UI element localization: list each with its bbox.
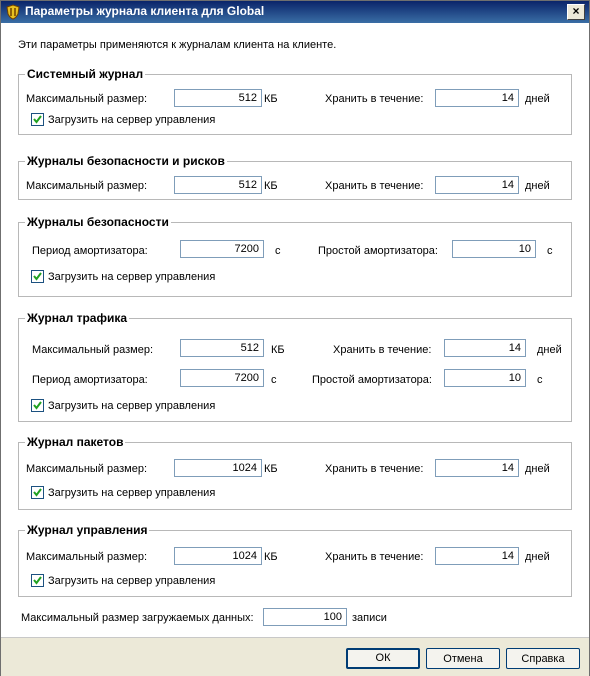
keep-label: Хранить в течение:	[333, 344, 432, 356]
max-size-label: Максимальный размер:	[26, 93, 148, 105]
max-size-value: 1024	[232, 550, 257, 562]
max-size-label: Максимальный размер:	[26, 463, 148, 475]
damper-period-unit: с	[271, 374, 277, 386]
max-size-input[interactable]: 512	[180, 339, 264, 357]
upload-label: Загрузить на сервер управления	[48, 400, 216, 412]
max-size-value: 1024	[232, 462, 257, 474]
upload-limit-unit: записи	[352, 612, 387, 624]
keep-input[interactable]: 14	[444, 339, 526, 357]
max-size-label: Максимальный размер:	[26, 551, 148, 563]
max-size-input[interactable]: 512	[174, 89, 262, 107]
upload-checkbox[interactable]	[31, 270, 44, 283]
max-size-value: 512	[238, 92, 257, 104]
upload-checkbox[interactable]	[31, 574, 44, 587]
keep-input[interactable]: 14	[435, 459, 519, 477]
keep-label: Хранить в течение:	[325, 463, 424, 475]
title-bar[interactable]: Параметры журнала клиента для Global ×	[1, 1, 589, 23]
keep-value: 14	[501, 92, 514, 104]
button-bar: ОК Отмена Справка	[1, 637, 589, 676]
group-title: Системный журнал	[25, 67, 146, 81]
keep-label: Хранить в течение:	[325, 551, 424, 563]
keep-label: Хранить в течение:	[325, 93, 424, 105]
keep-value: 14	[501, 462, 514, 474]
damper-idle-value: 10	[518, 243, 531, 255]
keep-value: 14	[501, 179, 514, 191]
max-size-unit: КБ	[264, 180, 278, 192]
damper-period-label: Период амортизатора:	[32, 374, 148, 386]
damper-idle-input[interactable]: 10	[452, 240, 536, 258]
keep-input[interactable]: 14	[435, 547, 519, 565]
group-security-log: Журналы безопасности Период амортизатора…	[18, 215, 572, 297]
keep-input[interactable]: 14	[435, 89, 519, 107]
max-size-value: 512	[240, 342, 259, 354]
upload-label: Загрузить на сервер управления	[48, 575, 216, 587]
keep-label: Хранить в течение:	[325, 180, 424, 192]
upload-label: Загрузить на сервер управления	[48, 114, 216, 126]
damper-idle-input[interactable]: 10	[444, 369, 526, 387]
upload-label: Загрузить на сервер управления	[48, 487, 216, 499]
keep-unit: дней	[525, 551, 550, 563]
cancel-button[interactable]: Отмена	[426, 648, 500, 669]
keep-unit: дней	[525, 463, 550, 475]
keep-unit: дней	[525, 93, 550, 105]
upload-checkbox[interactable]	[31, 486, 44, 499]
group-title: Журнал управления	[25, 523, 150, 537]
max-size-input[interactable]: 512	[174, 176, 262, 194]
ok-button[interactable]: ОК	[346, 648, 420, 669]
damper-idle-unit: с	[537, 374, 543, 386]
max-size-unit: КБ	[264, 463, 278, 475]
damper-period-value: 7200	[234, 372, 259, 384]
dialog-content: Эти параметры применяются к журналам кли…	[1, 23, 589, 676]
close-icon[interactable]: ×	[567, 4, 585, 20]
damper-idle-label: Простой амортизатора:	[318, 245, 438, 257]
max-size-label: Максимальный размер:	[26, 180, 148, 192]
group-control-log: Журнал управления Максимальный размер: 1…	[18, 523, 572, 597]
keep-value: 14	[501, 550, 514, 562]
window-title: Параметры журнала клиента для Global	[25, 4, 265, 18]
keep-value: 14	[508, 342, 521, 354]
keep-unit: дней	[525, 180, 550, 192]
group-traffic-log: Журнал трафика Максимальный размер: 512 …	[18, 311, 572, 422]
upload-limit-label: Максимальный размер загружаемых данных:	[21, 612, 254, 624]
upload-limit-value: 100	[323, 611, 342, 623]
max-size-label: Максимальный размер:	[32, 344, 154, 356]
damper-period-value: 7200	[234, 243, 259, 255]
damper-idle-unit: с	[547, 245, 553, 257]
keep-input[interactable]: 14	[435, 176, 519, 194]
max-size-input[interactable]: 1024	[174, 459, 262, 477]
intro-text: Эти параметры применяются к журналам кли…	[18, 39, 337, 51]
group-system-log: Системный журнал Максимальный размер: 51…	[18, 67, 572, 135]
group-title: Журналы безопасности и рисков	[25, 154, 227, 168]
damper-idle-label: Простой амортизатора:	[312, 374, 432, 386]
help-button[interactable]: Справка	[506, 648, 580, 669]
group-security-risk-log: Журналы безопасности и рисков Максимальн…	[18, 154, 572, 200]
upload-limit-input[interactable]: 100	[263, 608, 347, 626]
max-size-unit: КБ	[264, 93, 278, 105]
damper-idle-value: 10	[508, 372, 521, 384]
keep-unit: дней	[537, 344, 562, 356]
shield-icon	[5, 4, 21, 20]
damper-period-unit: с	[275, 245, 281, 257]
max-size-value: 512	[238, 179, 257, 191]
group-title: Журнал пакетов	[25, 435, 126, 449]
damper-period-label: Период амортизатора:	[32, 245, 148, 257]
max-size-unit: КБ	[271, 344, 285, 356]
upload-checkbox[interactable]	[31, 399, 44, 412]
dialog-window: Параметры журнала клиента для Global × Э…	[0, 0, 590, 676]
max-size-unit: КБ	[264, 551, 278, 563]
damper-period-input[interactable]: 7200	[180, 369, 264, 387]
damper-period-input[interactable]: 7200	[180, 240, 264, 258]
upload-label: Загрузить на сервер управления	[48, 271, 216, 283]
upload-checkbox[interactable]	[31, 113, 44, 126]
group-title: Журнал трафика	[25, 311, 130, 325]
group-title: Журналы безопасности	[25, 215, 171, 229]
group-packet-log: Журнал пакетов Максимальный размер: 1024…	[18, 435, 572, 510]
max-size-input[interactable]: 1024	[174, 547, 262, 565]
